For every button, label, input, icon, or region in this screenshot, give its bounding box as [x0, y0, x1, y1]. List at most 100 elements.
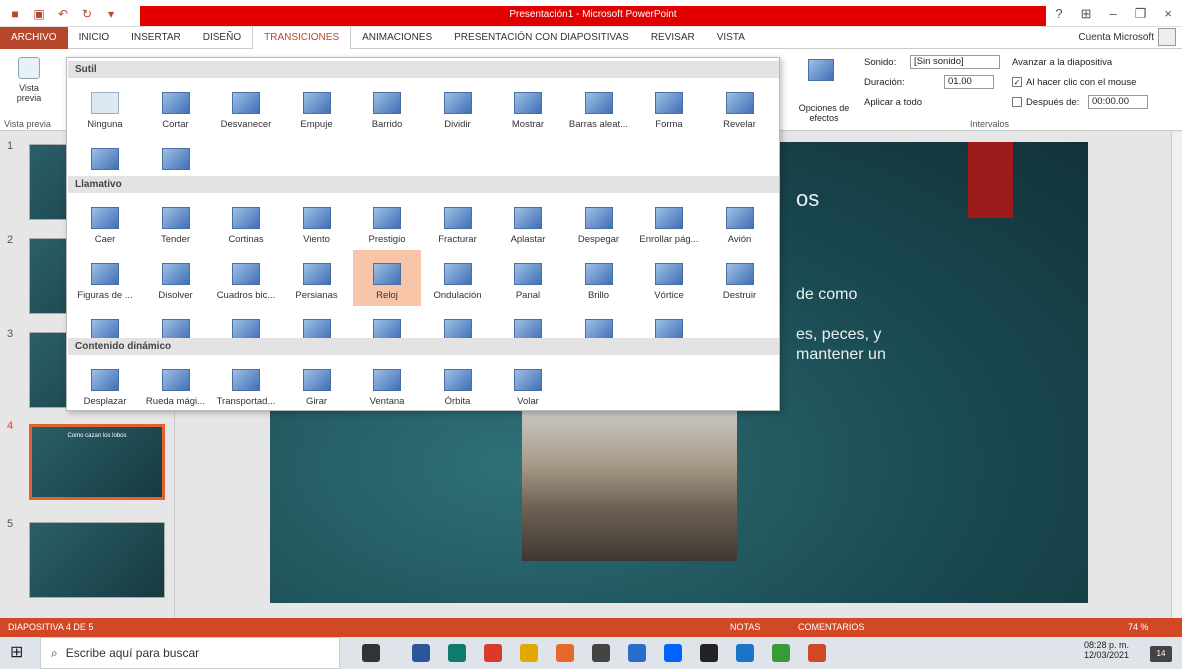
transition-icon — [443, 207, 472, 229]
app-icon[interactable] — [772, 644, 790, 662]
transition-tile[interactable]: Ventana — [353, 356, 421, 412]
transition-tile[interactable]: Forma — [635, 79, 703, 135]
tab-archivo[interactable]: ARCHIVO — [0, 26, 68, 49]
close-button[interactable]: × — [1164, 6, 1172, 22]
undo-icon[interactable]: ↶ — [56, 7, 70, 21]
windows-start-icon[interactable]: ⊞ — [10, 644, 28, 662]
slide-number: 1 — [7, 140, 14, 152]
after-input[interactable]: 00:00.00 — [1088, 95, 1148, 109]
vertical-scrollbar[interactable] — [1171, 132, 1182, 618]
on-click-checkbox[interactable]: ✓ — [1012, 77, 1022, 87]
avatar[interactable] — [1158, 28, 1176, 46]
transition-icon — [91, 148, 119, 170]
transition-tile[interactable]: Dividir — [424, 79, 492, 135]
restore-button[interactable]: ❐ — [1135, 6, 1147, 22]
slide-thumbnail[interactable] — [29, 522, 165, 598]
tab-transiciones[interactable]: TRANSICIONES — [252, 26, 352, 49]
transition-tile[interactable]: Enrollar pág... — [635, 194, 703, 250]
transition-label: Barras aleat... — [568, 119, 629, 130]
wolves-photo[interactable] — [522, 411, 737, 561]
transition-tile[interactable]: Tender — [142, 194, 210, 250]
transition-label: Prestigio — [368, 234, 406, 245]
transition-tile[interactable]: Figuras de ... — [71, 250, 139, 306]
tab-revisar[interactable]: REVISAR — [640, 27, 706, 49]
transition-tile[interactable]: Vórtice — [635, 250, 703, 306]
file-explorer-icon[interactable] — [520, 644, 538, 662]
transition-tile[interactable]: Panal — [494, 250, 562, 306]
transition-tile[interactable]: Empuje — [283, 79, 351, 135]
notes-button[interactable]: NOTAS — [730, 622, 760, 632]
gallery-section-title: Contenido dinámico — [68, 338, 779, 355]
transition-tile[interactable]: Revelar — [706, 79, 774, 135]
transition-tile[interactable]: Viento — [283, 194, 351, 250]
transition-tile[interactable]: Órbita — [424, 356, 492, 412]
redo-icon[interactable]: ↻ — [80, 7, 94, 21]
sound-select[interactable]: [Sin sonido] — [910, 55, 1000, 69]
dropbox-icon[interactable] — [664, 644, 682, 662]
tab-animaciones[interactable]: ANIMACIONES — [351, 27, 443, 49]
transition-label: Rueda mági... — [145, 396, 206, 407]
effect-options-button[interactable]: Opciones de efectos — [794, 103, 854, 123]
transition-tile[interactable]: Girar — [283, 356, 351, 412]
transition-tile[interactable]: Avión — [706, 194, 774, 250]
transition-tile[interactable]: Persianas — [283, 250, 351, 306]
duration-input[interactable]: 01.00 — [944, 75, 994, 89]
effect-options-icon[interactable] — [808, 59, 834, 81]
transition-tile[interactable]: Reloj — [353, 250, 421, 306]
transition-tile[interactable]: Rueda mági... — [142, 356, 210, 412]
powerpoint-icon[interactable] — [808, 644, 826, 662]
transition-tile[interactable]: Volar — [494, 356, 562, 412]
tab-diseno[interactable]: DISEÑO — [192, 27, 252, 49]
ie-icon[interactable] — [736, 644, 754, 662]
help-button[interactable]: ? — [1055, 6, 1062, 22]
mail-icon[interactable] — [628, 644, 646, 662]
store-icon[interactable] — [592, 644, 610, 662]
transition-tile[interactable]: Cuadros bic... — [212, 250, 280, 306]
transition-tile[interactable]: Cortinas — [212, 194, 280, 250]
ribbon-options-button[interactable]: ⊞ — [1081, 6, 1092, 22]
transition-tile[interactable]: Transportad... — [212, 356, 280, 412]
transition-tile[interactable]: Brillo — [565, 250, 633, 306]
transition-tile[interactable]: Disolver — [142, 250, 210, 306]
transition-tile[interactable]: Cortar — [142, 79, 210, 135]
preview-button[interactable]: Vista previa — [4, 57, 54, 103]
zoom-level[interactable]: 74 % — [1128, 622, 1149, 632]
minimize-button[interactable]: – — [1110, 6, 1117, 22]
transition-tile[interactable]: Barras aleat... — [565, 79, 633, 135]
customize-qat-icon[interactable]: ▾ — [104, 7, 118, 21]
word-icon[interactable] — [412, 644, 430, 662]
edge-icon[interactable] — [448, 644, 466, 662]
transition-tile[interactable]: Desplazar — [71, 356, 139, 412]
transition-tile[interactable]: Fracturar — [424, 194, 492, 250]
chrome-icon[interactable] — [484, 644, 502, 662]
tab-presentacion[interactable]: PRESENTACIÓN CON DIAPOSITIVAS — [443, 27, 640, 49]
account-link[interactable]: Cuenta Microsoft — [1078, 32, 1154, 43]
transition-tile[interactable]: Mostrar — [494, 79, 562, 135]
notification-badge[interactable]: 14 — [1150, 646, 1172, 662]
comments-button[interactable]: COMENTARIOS — [798, 622, 864, 632]
clock[interactable]: 08:28 p. m. 12/03/2021 — [1084, 640, 1129, 660]
apply-all-button[interactable]: Aplicar a todo — [864, 97, 922, 108]
after-checkbox[interactable] — [1012, 97, 1022, 107]
slide-text-fragment: mantener un — [796, 346, 886, 363]
tab-insertar[interactable]: INSERTAR — [120, 27, 192, 49]
transition-tile[interactable]: Prestigio — [353, 194, 421, 250]
tab-vista[interactable]: VISTA — [706, 27, 756, 49]
transition-icon — [161, 148, 190, 170]
transition-tile[interactable]: Caer — [71, 194, 139, 250]
transition-tile[interactable]: Despegar — [565, 194, 633, 250]
transition-tile[interactable]: Destruir — [706, 250, 774, 306]
transition-tile[interactable]: Barrido — [353, 79, 421, 135]
transition-tile[interactable]: Ondulación — [424, 250, 492, 306]
slide-thumbnail-selected[interactable]: Como cazan los lobos — [29, 424, 165, 500]
transition-label: Mostrar — [511, 119, 545, 130]
taskbar-search[interactable]: ⌕ Escribe aquí para buscar — [40, 637, 340, 669]
save-icon[interactable]: ▣ — [32, 7, 46, 21]
transition-tile[interactable]: Desvanecer — [212, 79, 280, 135]
transition-tile[interactable]: Ninguna — [71, 79, 139, 135]
firefox-icon[interactable] — [556, 644, 574, 662]
cortana-icon[interactable] — [362, 644, 380, 662]
tab-inicio[interactable]: INICIO — [68, 27, 121, 49]
transition-tile[interactable]: Aplastar — [494, 194, 562, 250]
app-icon[interactable] — [700, 644, 718, 662]
